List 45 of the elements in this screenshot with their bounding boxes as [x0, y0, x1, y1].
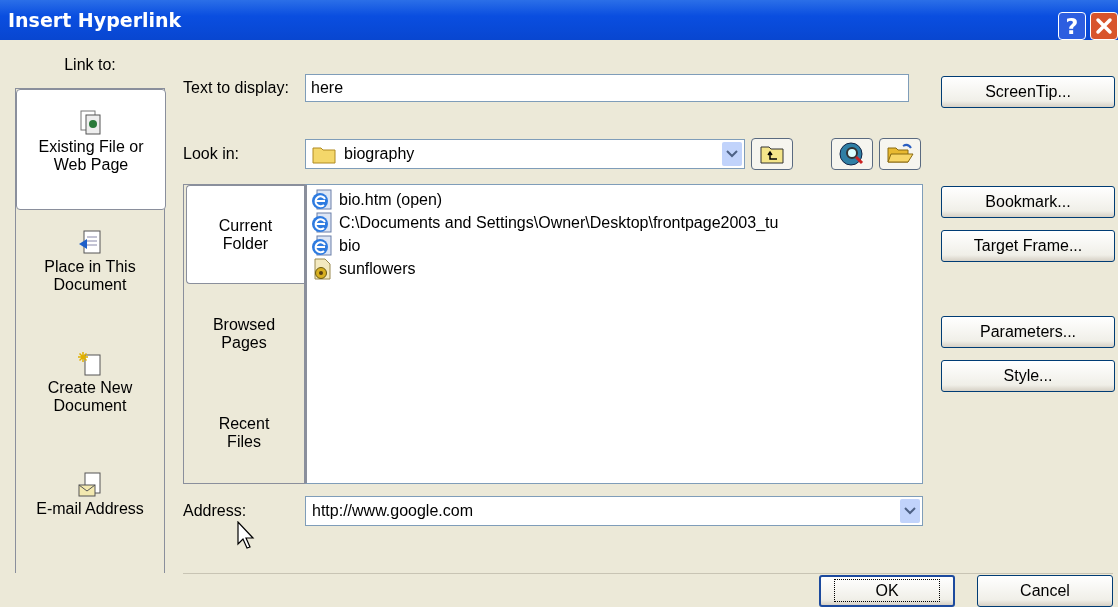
text-to-display-field[interactable]: here [305, 74, 909, 102]
folder-icon [312, 144, 336, 164]
address-label: Address: [183, 502, 248, 520]
browse-web-button[interactable] [831, 138, 873, 170]
file-item[interactable]: bio.htm (open) [307, 188, 922, 211]
cursor-icon [237, 521, 255, 549]
file-item[interactable]: bio [307, 234, 922, 257]
close-icon [1093, 15, 1115, 37]
look-in-label: Look in: [183, 145, 241, 163]
dialog-button[interactable]: Bookmark... [941, 186, 1115, 218]
browse-tab[interactable]: Browsed Pages [184, 284, 304, 384]
link-to-item[interactable]: Existing File or Web Page [16, 89, 166, 210]
screentip-button[interactable]: ScreenTip... [941, 76, 1115, 108]
up-folder-icon [759, 143, 785, 165]
browse-tab[interactable]: Current Folder [186, 185, 304, 285]
email-icon [78, 472, 102, 498]
web-page-icon [311, 188, 333, 211]
open-folder-icon [886, 142, 914, 166]
new-document-icon [78, 351, 102, 377]
browse-file-button[interactable] [879, 138, 921, 170]
web-page-icon [311, 234, 333, 257]
close-button[interactable] [1090, 12, 1118, 40]
ok-button[interactable]: OK [819, 574, 955, 607]
link-to-item[interactable]: Create New Document [16, 331, 164, 452]
document-icon [78, 230, 102, 256]
file-item[interactable]: sunflowers [307, 257, 922, 280]
address-dropdown[interactable]: http://www.google.com [305, 496, 923, 526]
dialog-button[interactable]: Style... [941, 360, 1115, 392]
web-page-icon [311, 211, 333, 234]
cancel-button[interactable]: Cancel [977, 574, 1113, 607]
globe-search-icon [838, 141, 866, 167]
link-to-item[interactable]: E-mail Address [16, 452, 164, 573]
document-icon [80, 110, 102, 136]
image-file-icon [311, 257, 333, 280]
file-item[interactable]: C:\Documents and Settings\Owner\Desktop\frontpage2003_tu [307, 211, 922, 234]
dialog-button[interactable]: Parameters... [941, 316, 1115, 348]
browse-tab[interactable]: Recent Files [184, 383, 304, 483]
link-to-label: Link to: [63, 56, 117, 75]
text-to-display-label: Text to display: [183, 79, 290, 97]
dialog-button[interactable]: Target Frame... [941, 230, 1115, 262]
link-to-item[interactable]: Place in This Document [16, 210, 164, 331]
help-button[interactable]: ? [1058, 12, 1086, 40]
window-title: Insert Hyperlink [8, 9, 182, 31]
up-folder-button[interactable] [751, 138, 793, 170]
look-in-dropdown[interactable]: biography [305, 139, 745, 169]
